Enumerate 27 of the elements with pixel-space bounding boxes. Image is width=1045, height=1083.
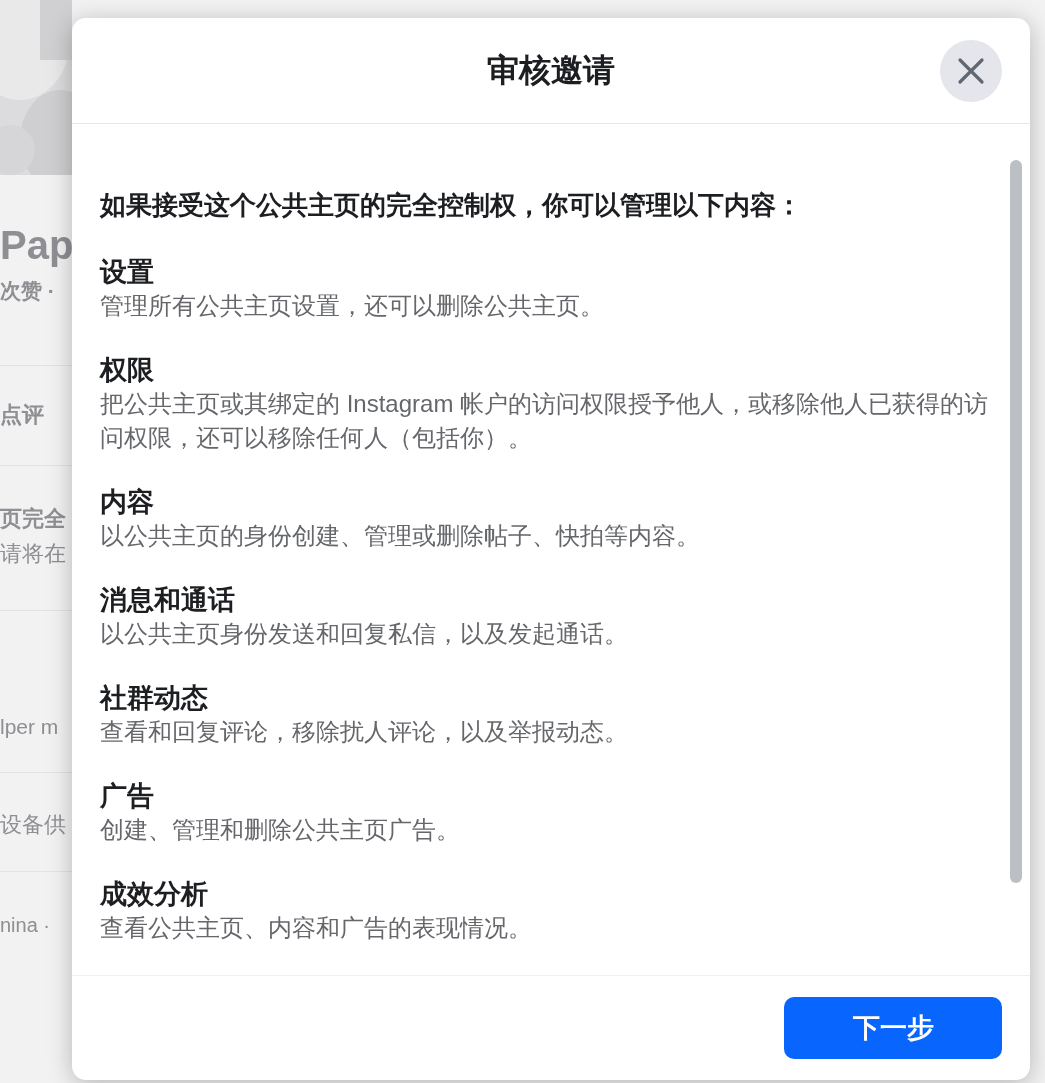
background-text: Pap <box>0 223 74 267</box>
section-title: 设置 <box>100 256 155 289</box>
next-button[interactable]: 下一步 <box>784 997 1002 1059</box>
scrollbar[interactable] <box>1010 160 1022 883</box>
section-description: 创建、管理和删除公共主页广告。 <box>100 815 461 845</box>
section-title: 内容 <box>100 486 155 519</box>
close-icon <box>957 57 985 85</box>
section-title: 消息和通话 <box>100 584 236 617</box>
section-description: 管理所有公共主页设置，还可以删除公共主页。 <box>100 291 605 321</box>
background-text: 页完全 <box>0 505 66 531</box>
background-text: lper m <box>0 714 59 738</box>
dialog-title: 审核邀请 <box>487 51 615 90</box>
section-title: 广告 <box>100 780 155 813</box>
background-text: nina · <box>0 914 51 936</box>
background-text: 设备供 <box>0 812 66 837</box>
intro-text: 如果接受这个公共主页的完全控制权，你可以管理以下内容： <box>100 189 803 222</box>
section-description: 以公共主页的身份创建、管理或删除帖子、快拍等内容。 <box>100 521 701 551</box>
section-title: 权限 <box>100 354 155 387</box>
section-description: 把公共主页或其绑定的 Instagram 帐户的访问权限授予他人，或移除他人已获得的访问权限，还可以移除任何人（包括你）。 <box>100 389 990 453</box>
section-description: 以公共主页身份发送和回复私信，以及发起通话。 <box>100 619 629 649</box>
background-text: 点评 <box>0 401 44 427</box>
section-title: 社群动态 <box>100 682 209 715</box>
section-description: 查看公共主页、内容和广告的表现情况。 <box>100 913 533 943</box>
background-text: 次赞 · <box>0 279 55 302</box>
section-title: 成效分析 <box>100 878 209 911</box>
background-text: 请将在 <box>0 540 66 566</box>
section-description: 查看和回复评论，移除扰人评论，以及举报动态。 <box>100 717 629 747</box>
